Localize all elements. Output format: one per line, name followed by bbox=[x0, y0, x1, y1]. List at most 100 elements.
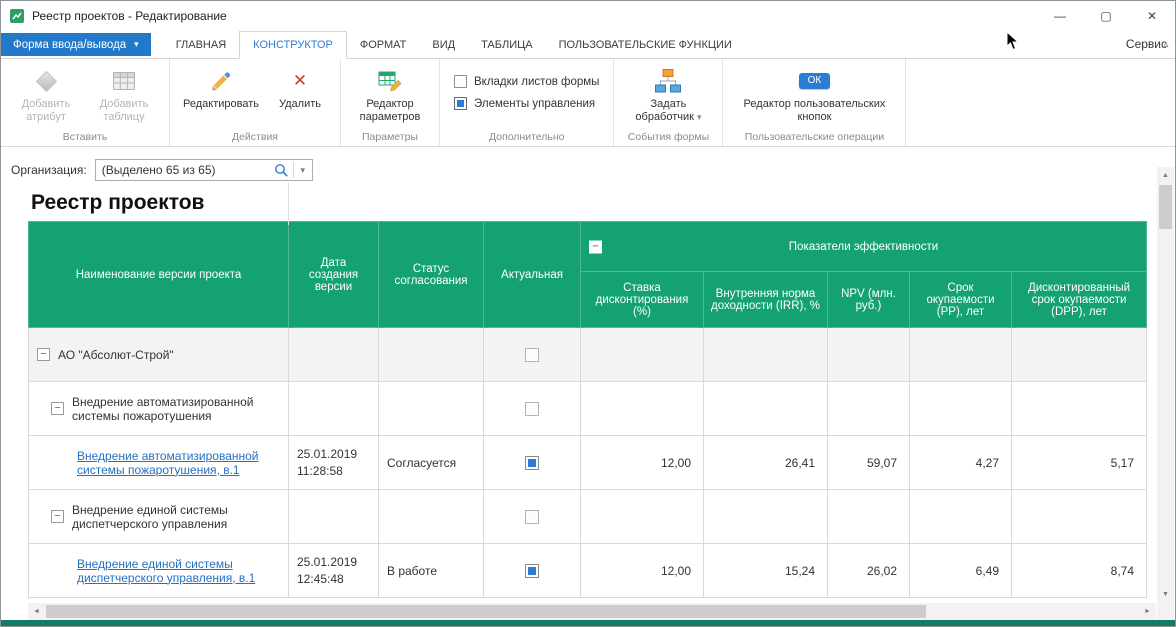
tab-format[interactable]: ФОРМАТ bbox=[347, 32, 420, 58]
collapse-ribbon-icon[interactable]: ˄ bbox=[1163, 40, 1169, 52]
param-editor-button[interactable]: Редактор параметров bbox=[347, 63, 433, 124]
maximize-button[interactable]: ▢ bbox=[1083, 1, 1129, 31]
edit-button[interactable]: Редактировать bbox=[176, 63, 266, 111]
npv-cell: 26,02 bbox=[828, 544, 910, 598]
user-buttons-editor-label: Редактор пользовательских кнопок bbox=[729, 98, 899, 124]
controls-checkbox-label: Элементы управления bbox=[474, 98, 595, 110]
header-performance-label: Показатели эффективности bbox=[789, 241, 938, 253]
close-button[interactable]: ✕ bbox=[1129, 1, 1175, 31]
tab-konstruktor[interactable]: КОНСТРУКТОР bbox=[239, 31, 347, 59]
delete-x-icon: ✕ bbox=[293, 67, 307, 95]
irr-cell: 26,41 bbox=[704, 436, 828, 490]
header-creation-date: Дата создания версии bbox=[289, 222, 379, 328]
status-cell: В работе bbox=[379, 544, 484, 598]
horizontal-scrollbar-thumb[interactable] bbox=[46, 605, 926, 618]
diamond-icon bbox=[39, 67, 54, 95]
project-version-link[interactable]: Внедрение автоматизированной системы пож… bbox=[77, 449, 280, 477]
delete-label: Удалить bbox=[279, 98, 321, 111]
scroll-right-icon[interactable]: ► bbox=[1139, 603, 1156, 620]
ribbon-group-extra: Вкладки листов формы Элементы управления… bbox=[440, 59, 614, 146]
minimize-button[interactable]: — bbox=[1037, 1, 1083, 31]
sheet-tabs-checkbox[interactable]: Вкладки листов формы bbox=[454, 75, 599, 88]
collapse-group-icon[interactable]: − bbox=[589, 240, 602, 253]
tab-glavnaya[interactable]: ГЛАВНАЯ bbox=[163, 32, 239, 58]
sheet-tabs-checkbox-label: Вкладки листов формы bbox=[474, 76, 599, 88]
controls-checkbox-box[interactable] bbox=[454, 97, 467, 110]
header-approval-status: Статус согласования bbox=[379, 222, 484, 328]
actual-checkbox[interactable] bbox=[525, 348, 539, 362]
user-buttons-editor-button[interactable]: ОК Редактор пользовательских кнопок bbox=[729, 63, 899, 124]
organization-combobox[interactable]: (Выделено 65 из 65) ▾ bbox=[95, 159, 313, 181]
dpp-cell: 5,17 bbox=[1012, 436, 1147, 490]
group-name: Внедрение автоматизированной системы пож… bbox=[72, 395, 280, 423]
header-npv: NPV (млн. руб.) bbox=[828, 272, 910, 328]
scrollbar-corner bbox=[1157, 603, 1174, 620]
param-editor-label: Редактор параметров bbox=[347, 98, 433, 124]
org-chart-icon bbox=[654, 67, 682, 95]
collapse-row-icon[interactable]: − bbox=[51, 402, 64, 415]
ribbon: Добавить атрибут Добавить таблицу Встави… bbox=[1, 59, 1175, 147]
ribbon-group-params: Редактор параметров Параметры bbox=[341, 59, 440, 146]
delete-button[interactable]: ✕ Удалить bbox=[266, 63, 334, 111]
table-row: −Внедрение единой системы диспетчерского… bbox=[29, 490, 1147, 544]
table-row: Внедрение автоматизированной системы пож… bbox=[29, 436, 1147, 490]
table-grid-icon bbox=[113, 67, 135, 95]
ok-button-icon: ОК bbox=[799, 67, 831, 95]
set-handler-label: Задать обработчик▾ bbox=[620, 98, 716, 124]
set-handler-button[interactable]: Задать обработчик▾ bbox=[620, 63, 716, 124]
column-guide-line bbox=[288, 183, 289, 225]
vertical-scrollbar-thumb[interactable] bbox=[1159, 185, 1172, 229]
tab-vid[interactable]: ВИД bbox=[419, 32, 468, 58]
group-name: АО "Абсолют-Строй" bbox=[58, 348, 174, 362]
irr-cell: 15,24 bbox=[704, 544, 828, 598]
tab-user-functions[interactable]: ПОЛЬЗОВАТЕЛЬСКИЕ ФУНКЦИИ bbox=[546, 32, 745, 58]
discount-rate-cell: 12,00 bbox=[581, 436, 704, 490]
pp-cell: 6,49 bbox=[910, 544, 1012, 598]
npv-cell: 59,07 bbox=[828, 436, 910, 490]
vertical-scrollbar[interactable]: ▲ ▼ bbox=[1157, 167, 1174, 603]
group-name: Внедрение единой системы диспетчерского … bbox=[72, 503, 280, 531]
controls-checkbox[interactable]: Элементы управления bbox=[454, 97, 599, 110]
table-row: −АО "Абсолют-Строй" bbox=[29, 328, 1147, 382]
header-pp: Срок окупаемости (PP), лет bbox=[910, 272, 1012, 328]
project-version-link[interactable]: Внедрение единой системы диспетчерского … bbox=[77, 557, 280, 585]
actual-checkbox[interactable] bbox=[525, 564, 539, 578]
collapse-row-icon[interactable]: − bbox=[37, 348, 50, 361]
tab-tablitsa[interactable]: ТАБЛИЦА bbox=[468, 32, 546, 58]
header-dpp: Дисконтированный срок окупаемости (DPP),… bbox=[1012, 272, 1147, 328]
header-irr: Внутренняя норма доходности (IRR), % bbox=[704, 272, 828, 328]
table-row: −Внедрение автоматизированной системы по… bbox=[29, 382, 1147, 436]
ribbon-tabs-bar: Форма ввода/вывода ▾ ГЛАВНАЯ КОНСТРУКТОР… bbox=[1, 31, 1175, 59]
actual-checkbox[interactable] bbox=[525, 510, 539, 524]
organization-label: Организация: bbox=[11, 163, 87, 177]
combo-caret-icon[interactable]: ▾ bbox=[294, 165, 312, 176]
add-table-label: Добавить таблицу bbox=[85, 98, 163, 124]
organization-value: (Выделено 65 из 65) bbox=[96, 163, 271, 177]
collapse-row-icon[interactable]: − bbox=[51, 510, 64, 523]
creation-date-cell: 25.01.201911:28:58 bbox=[289, 436, 379, 490]
caret-down-icon: ▾ bbox=[697, 112, 702, 122]
add-attribute-label: Добавить атрибут bbox=[7, 98, 85, 124]
sheet-tabs-checkbox-box[interactable] bbox=[454, 75, 467, 88]
projects-grid: Наименование версии проекта Дата создани… bbox=[28, 221, 1146, 598]
header-project-name: Наименование версии проекта bbox=[29, 222, 289, 328]
header-performance-group: − Показатели эффективности bbox=[581, 222, 1147, 272]
add-table-button[interactable]: Добавить таблицу bbox=[85, 63, 163, 124]
ribbon-group-params-label: Параметры bbox=[341, 131, 439, 143]
horizontal-scrollbar[interactable]: ◄ ► bbox=[28, 603, 1156, 620]
titlebar: Реестр проектов - Редактирование — ▢ ✕ bbox=[1, 1, 1175, 31]
organization-filter-row: Организация: (Выделено 65 из 65) ▾ bbox=[11, 159, 1175, 181]
ribbon-group-userops-label: Пользовательские операции bbox=[723, 131, 905, 143]
scroll-up-icon[interactable]: ▲ bbox=[1157, 167, 1174, 184]
ribbon-group-events-label: События формы bbox=[614, 131, 722, 143]
add-attribute-button[interactable]: Добавить атрибут bbox=[7, 63, 85, 124]
actual-checkbox[interactable] bbox=[525, 402, 539, 416]
table-row: Внедрение единой системы диспетчерского … bbox=[29, 544, 1147, 598]
search-icon[interactable] bbox=[271, 163, 293, 178]
ribbon-group-insert-label: Вставить bbox=[1, 131, 169, 143]
app-menu-button[interactable]: Форма ввода/вывода ▾ bbox=[1, 33, 151, 56]
scroll-down-icon[interactable]: ▼ bbox=[1157, 586, 1174, 603]
app-icon bbox=[9, 8, 25, 24]
scroll-left-icon[interactable]: ◄ bbox=[28, 603, 45, 620]
actual-checkbox[interactable] bbox=[525, 456, 539, 470]
